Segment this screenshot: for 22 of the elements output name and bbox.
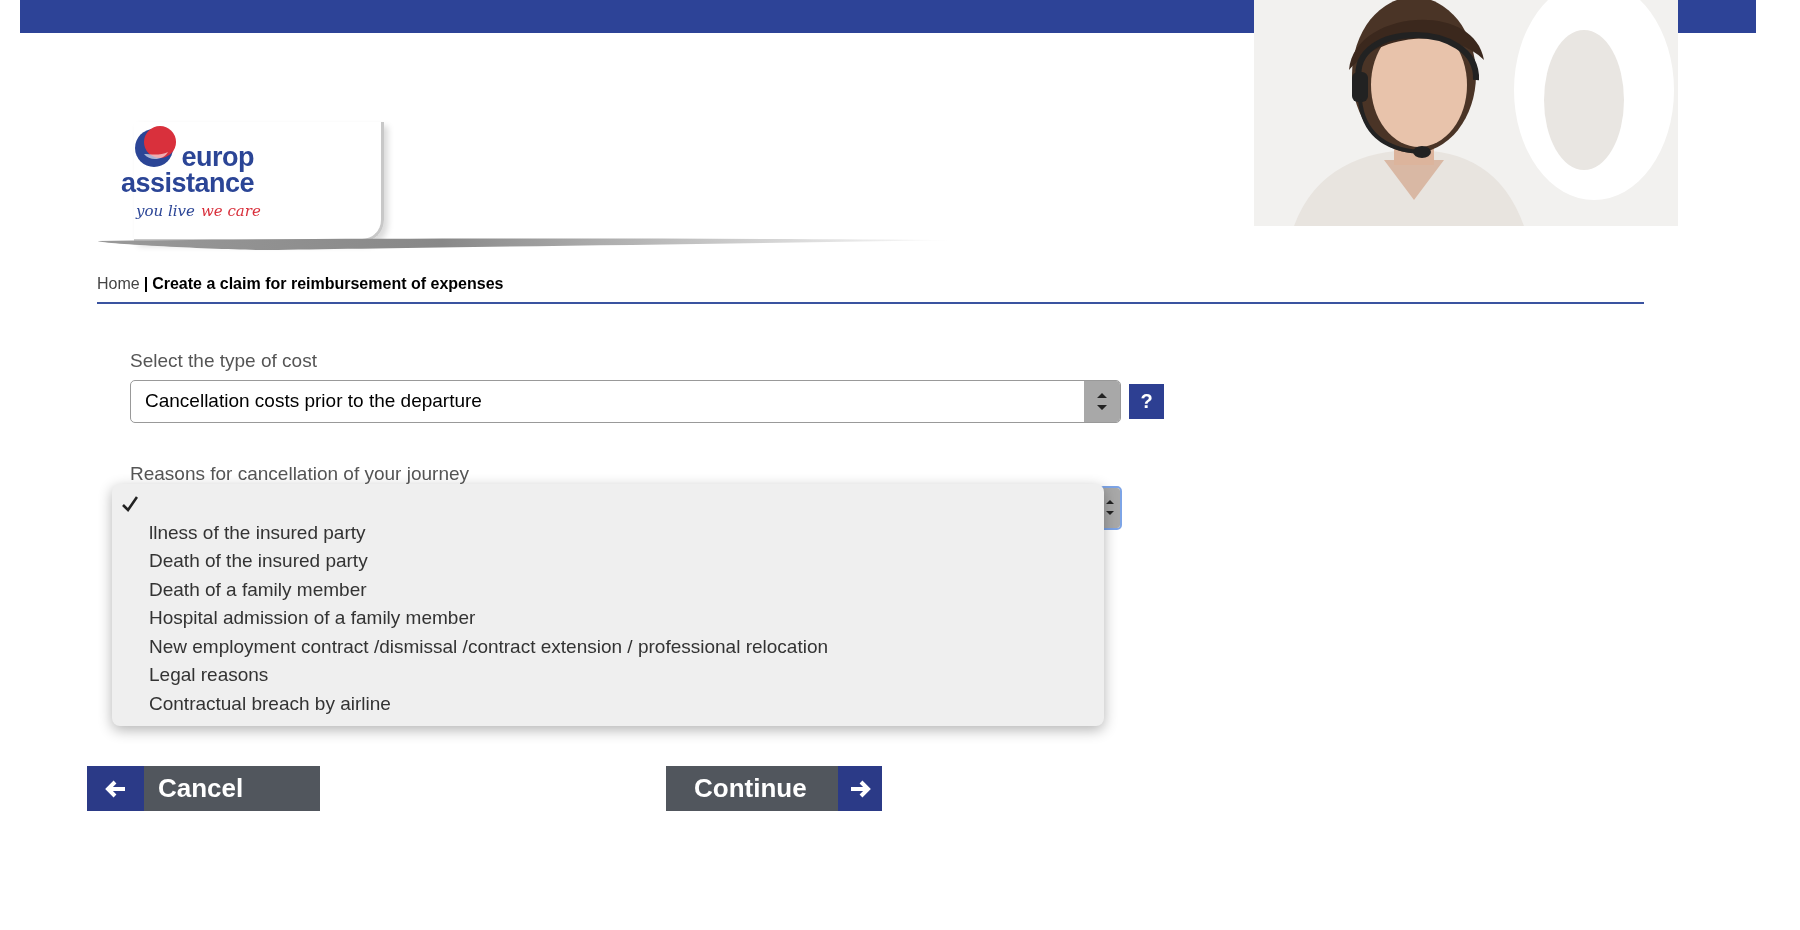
logo-text: europ [181,144,254,170]
checkmark-icon [122,496,138,512]
menu-option[interactable]: Hospital admission of a family member [112,604,1104,633]
breadcrumb-separator: | [143,274,149,294]
menu-option[interactable]: New employment contract /dismissal /contract extension / professional relocation [112,632,1104,661]
logo-tagline: we care [200,201,261,222]
field-label: Reasons for cancellation of your journey [130,462,470,486]
menu-option[interactable]: Contractual breach by airline [112,689,1104,718]
stepper-icon [1084,380,1120,422]
page-title: Create a claim for reimbursement of expenses [152,274,504,294]
menu-option[interactable]: Death of the insured party [112,547,1104,576]
menu-option[interactable]: Legal reasons [112,661,1104,690]
field-label: Select the type of cost [130,349,318,373]
menu-option[interactable]: Death of a family member [112,575,1104,604]
logo-icon [134,124,178,168]
cost-type-select[interactable]: Cancellation costs prior to the departure [130,379,1121,423]
logo-tagline: you live [136,201,195,222]
cancel-button[interactable]: Cancel [87,766,320,811]
home-link[interactable]: Home [97,272,140,296]
continue-button[interactable]: Continue [666,766,882,811]
help-button[interactable]: ? [1129,383,1164,419]
menu-option[interactable]: llness of the insured party [112,518,1104,547]
